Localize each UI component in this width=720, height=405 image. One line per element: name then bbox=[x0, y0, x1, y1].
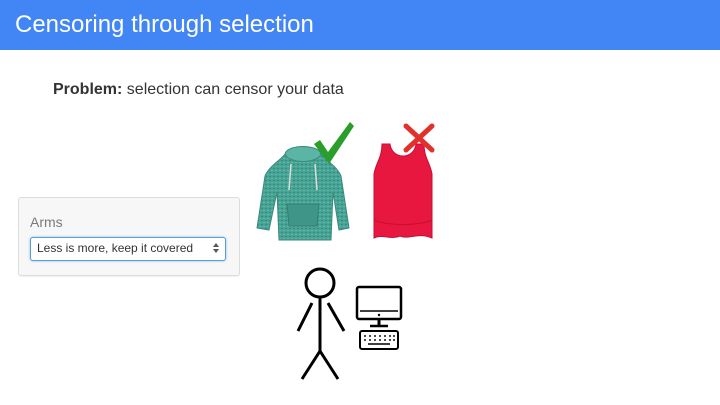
cross-mark-icon bbox=[403, 123, 435, 153]
arms-select-value: Less is more, keep it covered bbox=[37, 241, 194, 255]
checkmark-icon bbox=[314, 122, 354, 164]
arms-form-panel: Arms Less is more, keep it covered bbox=[18, 197, 240, 276]
title-bar: Censoring through selection bbox=[0, 0, 720, 50]
slide-title: Censoring through selection bbox=[15, 11, 314, 38]
arms-field-label: Arms bbox=[30, 214, 63, 230]
problem-text: selection can censor your data bbox=[122, 81, 344, 98]
stick-figure-icon bbox=[296, 267, 346, 380]
tank-top-image-icon bbox=[373, 143, 433, 239]
problem-label: Problem: bbox=[53, 81, 123, 98]
computer-icon bbox=[355, 285, 403, 350]
select-arrows-icon bbox=[213, 243, 219, 253]
arms-select[interactable]: Less is more, keep it covered bbox=[30, 237, 226, 261]
problem-statement: Problem: selection can censor your data bbox=[53, 81, 344, 99]
